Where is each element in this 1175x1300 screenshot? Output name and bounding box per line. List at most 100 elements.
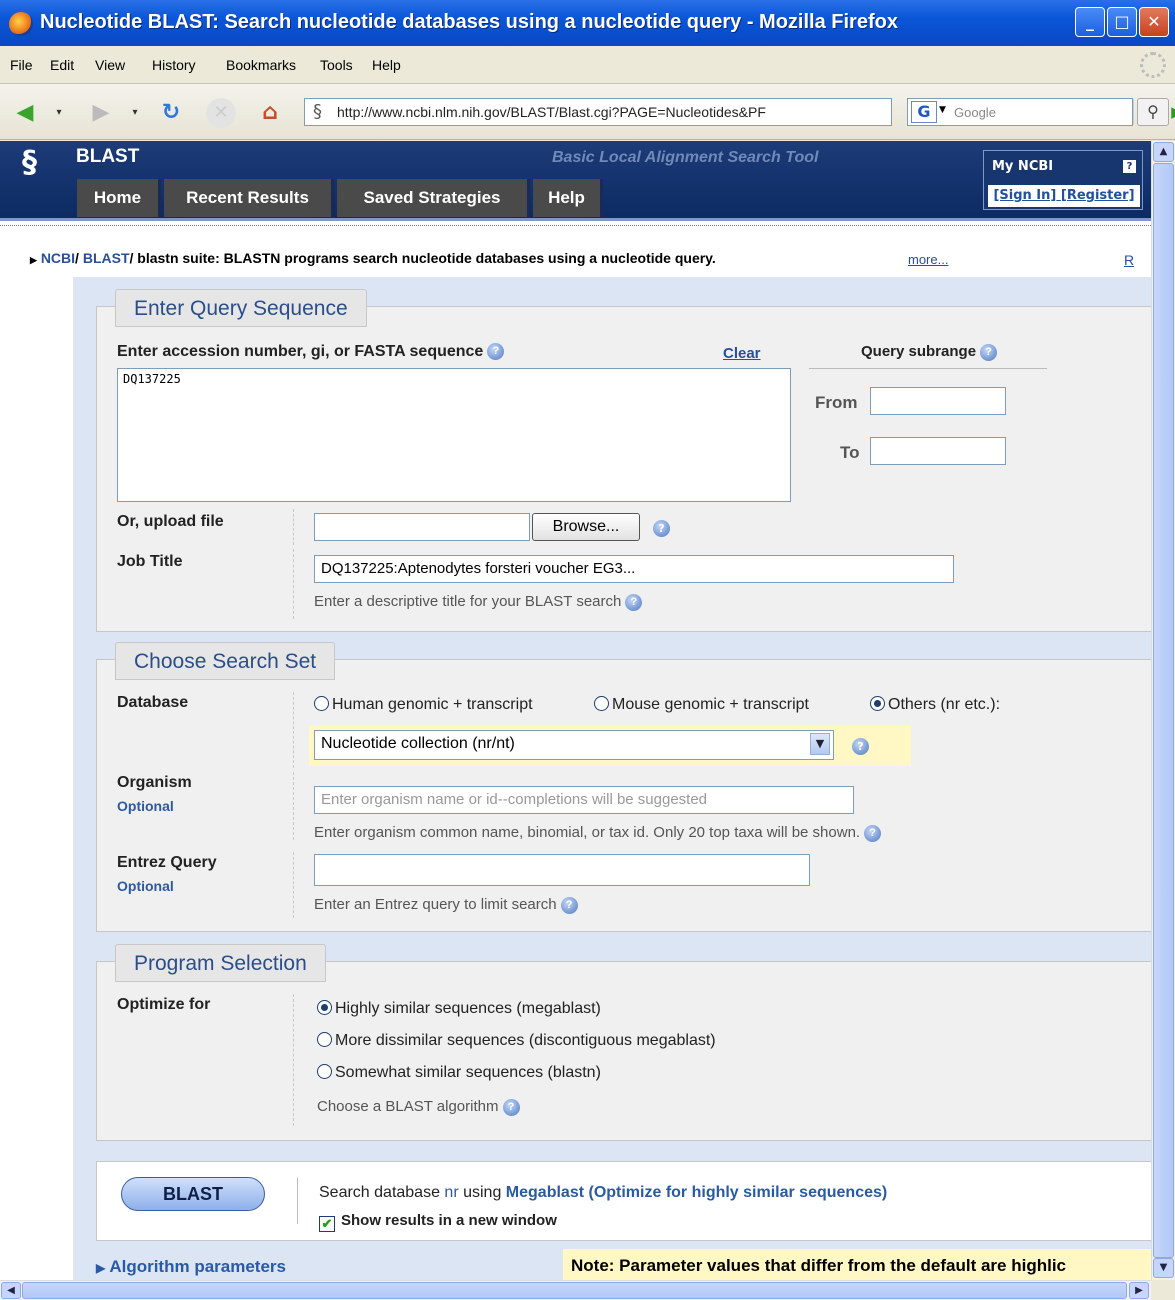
tab-recent-results[interactable]: Recent Results (164, 179, 334, 217)
db-option-others[interactable]: Others (nr etc.): (870, 696, 1000, 714)
my-ncbi-help-icon[interactable]: ? (1123, 160, 1136, 173)
query-legend: Enter Query Sequence (115, 289, 367, 327)
help-icon[interactable]: ? (980, 343, 998, 361)
search-icon[interactable]: ⚲ (1137, 98, 1169, 126)
tab-home[interactable]: Home (77, 179, 161, 217)
back-icon[interactable]: ◀ (10, 98, 40, 128)
maximize-button[interactable]: □ (1107, 7, 1137, 37)
algorithm-parameters-toggle[interactable]: ▶ Algorithm parameters (96, 1257, 286, 1277)
help-icon[interactable]: ? (625, 593, 643, 611)
divider (297, 1178, 298, 1224)
organism-label: Organism (117, 774, 192, 791)
reload-icon[interactable]: ↻ (156, 98, 186, 128)
close-button[interactable]: ✕ (1139, 7, 1169, 37)
radio-megablast[interactable] (317, 1000, 332, 1015)
db-option-human[interactable]: Human genomic + transcript (314, 696, 533, 714)
file-input[interactable] (314, 513, 530, 541)
url-text: http://www.ncbi.nlm.nih.gov/BLAST/Blast.… (337, 104, 766, 120)
menu-history[interactable]: History (152, 57, 196, 73)
stop-icon[interactable]: ✕ (206, 98, 236, 128)
organism-input[interactable]: Enter organism name or id--completions w… (314, 786, 854, 814)
database-select[interactable]: Nucleotide collection (nr/nt) (314, 730, 834, 760)
vertical-scroll-thumb[interactable] (1153, 163, 1174, 1258)
help-icon[interactable]: ? (852, 738, 869, 755)
tagline: Basic Local Alignment Search Tool (552, 149, 819, 166)
new-window-option[interactable]: ✔ Show results in a new window (319, 1212, 557, 1232)
blast-logo-icon: § (22, 145, 37, 180)
db-option-mouse[interactable]: Mouse genomic + transcript (594, 696, 809, 714)
sign-in-link[interactable]: [Sign In] (993, 188, 1056, 203)
right-link[interactable]: R (1124, 252, 1134, 268)
page-icon: § (313, 101, 322, 122)
expand-arrow-icon: ▶ (96, 1261, 106, 1275)
program-legend: Program Selection (115, 944, 326, 982)
forward-dropdown-icon[interactable]: ▾ (120, 98, 150, 128)
subrange-label: Query subrange? (861, 343, 998, 361)
radio-mouse[interactable] (594, 696, 609, 711)
select-arrow-icon[interactable]: ▼ (810, 733, 830, 755)
radio-dc-megablast[interactable] (317, 1032, 332, 1047)
menu-view[interactable]: View (95, 57, 125, 73)
scroll-left-icon[interactable]: ◀ (1, 1282, 21, 1299)
horizontal-scroll-thumb[interactable] (22, 1282, 1127, 1299)
program-fieldset: Program Selection Optimize for Highly si… (96, 944, 1151, 1141)
radio-others[interactable] (870, 696, 885, 711)
navigation-toolbar: ◀ ▾ ▶ ▾ ↻ ✕ ⌂ § http://www.ncbi.nlm.nih.… (0, 84, 1175, 140)
title-bar: Nucleotide BLAST: Search nucleotide data… (0, 0, 1175, 46)
breadcrumb-ncbi[interactable]: NCBI (41, 250, 75, 266)
radio-blastn[interactable] (317, 1064, 332, 1079)
program-option-megablast[interactable]: Highly similar sequences (megablast) (317, 1000, 601, 1018)
subrange-divider (809, 368, 1047, 369)
search-set-legend: Choose Search Set (115, 642, 336, 680)
firefox-logo-icon (9, 12, 33, 36)
minimize-button[interactable]: _ (1075, 7, 1105, 37)
register-link[interactable]: [Register] (1061, 188, 1135, 203)
from-label: From (815, 393, 858, 412)
vertical-scrollbar[interactable]: ▲ ▼ (1151, 141, 1175, 1280)
program-option-blastn[interactable]: Somewhat similar sequences (blastn) (317, 1064, 601, 1082)
search-box[interactable]: G ▼ Google (907, 98, 1133, 126)
tab-help[interactable]: Help (533, 179, 603, 217)
from-input[interactable] (870, 387, 1006, 415)
horizontal-scrollbar[interactable]: ◀ ▶ (0, 1280, 1151, 1300)
parameter-note: Note: Parameter values that differ from … (563, 1249, 1151, 1280)
entrez-input[interactable] (314, 854, 810, 886)
engine-dropdown-icon[interactable]: ▼ (939, 105, 946, 115)
page-viewport: § BLAST Basic Local Alignment Search Too… (0, 141, 1151, 1280)
forward-icon[interactable]: ▶ (86, 98, 116, 128)
back-dropdown-icon[interactable]: ▾ (44, 98, 74, 128)
address-bar[interactable]: § http://www.ncbi.nlm.nih.gov/BLAST/Blas… (304, 98, 1175, 126)
home-icon[interactable]: ⌂ (255, 98, 285, 128)
job-title-input[interactable]: DQ137225:Aptenodytes forsteri voucher EG… (314, 555, 954, 583)
breadcrumb-blast[interactable]: BLAST (83, 250, 130, 266)
help-icon[interactable]: ? (502, 1098, 520, 1116)
menu-tools[interactable]: Tools (320, 57, 353, 73)
program-option-dc-megablast[interactable]: More dissimilar sequences (discontiguous… (317, 1032, 716, 1050)
tab-saved-strategies[interactable]: Saved Strategies (337, 179, 530, 217)
divider (293, 772, 294, 840)
google-icon[interactable]: G (911, 101, 937, 123)
app-name: BLAST (76, 146, 140, 167)
menu-edit[interactable]: Edit (50, 57, 74, 73)
my-ncbi-title: My NCBI (992, 159, 1054, 174)
clear-link[interactable]: Clear (723, 345, 761, 362)
help-icon[interactable]: ? (487, 343, 505, 361)
help-icon[interactable]: ? (560, 896, 578, 914)
scroll-up-icon[interactable]: ▲ (1153, 142, 1174, 162)
browse-button[interactable]: Browse... (532, 513, 640, 541)
help-icon[interactable]: ? (864, 824, 882, 842)
job-title-hint: Enter a descriptive title for your BLAST… (314, 593, 643, 611)
to-input[interactable] (870, 437, 1006, 465)
menu-file[interactable]: File (10, 57, 33, 73)
help-icon[interactable]: ? (653, 520, 670, 537)
radio-human[interactable] (314, 696, 329, 711)
more-link[interactable]: more... (908, 252, 948, 267)
scroll-right-icon[interactable]: ▶ (1129, 1282, 1149, 1299)
my-ncbi-links: [Sign In] [Register] (988, 185, 1140, 207)
sequence-textarea[interactable]: DQ137225 (117, 368, 791, 502)
menu-bookmarks[interactable]: Bookmarks (226, 57, 296, 73)
scroll-down-icon[interactable]: ▼ (1153, 1258, 1174, 1278)
menu-help[interactable]: Help (372, 57, 401, 73)
new-window-checkbox[interactable]: ✔ (319, 1216, 335, 1232)
blast-submit-button[interactable]: BLAST (121, 1177, 265, 1211)
